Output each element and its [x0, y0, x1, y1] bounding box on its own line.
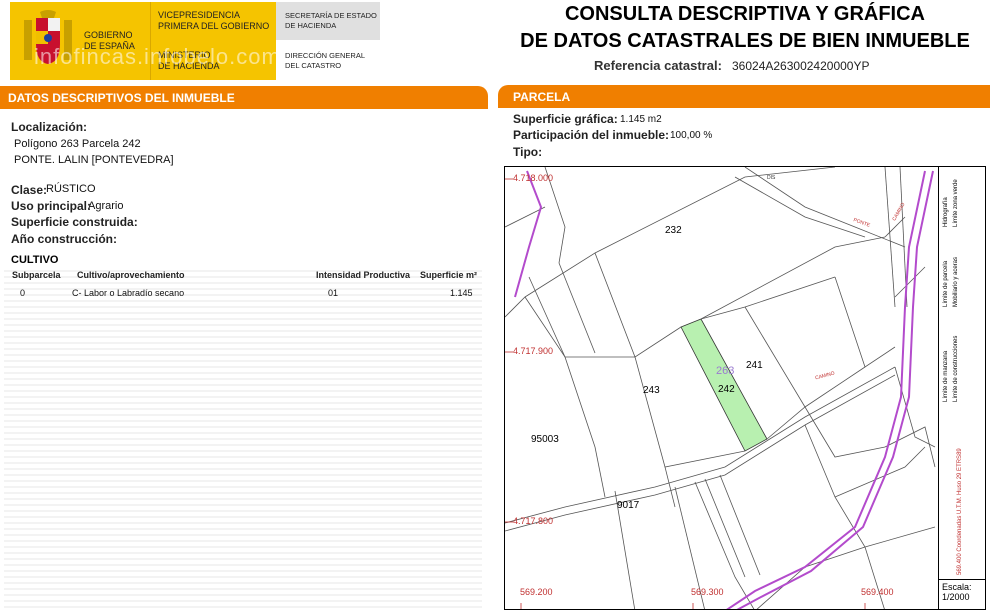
ref-catastral-value: 36024A263002420000YP — [732, 59, 870, 73]
localizacion-label: Localización: — [11, 120, 88, 134]
y-coord-label: 4.717.800 — [513, 516, 554, 526]
clase-value: RÚSTICO — [46, 183, 96, 195]
parcel-label[interactable]: 9017 — [617, 500, 639, 511]
direccion-text: DIRECCIÓN GENERAL DEL CATASTRO — [285, 51, 365, 71]
page-title-line1: CONSULTA DESCRIPTIVA Y GRÁFICA — [564, 3, 926, 25]
page-title-line2: DE DATOS CATASTRALES DE BIEN INMUEBLE — [520, 30, 970, 52]
dg-line1: DIRECCIÓN GENERAL — [285, 51, 366, 60]
localizacion-line1: Polígono 263 Parcela 242 — [14, 138, 141, 150]
section-bar-datos: DATOS DESCRIPTIVOS DEL INMUEBLE — [0, 86, 488, 109]
se-line2: DE HACIENDA — [285, 21, 337, 30]
uso-label: Uso principal: — [11, 199, 92, 213]
legend-item: Mobiliario y aceras — [953, 256, 959, 307]
tipo-label: Tipo: — [513, 145, 543, 159]
se-line1: SECRETARÍA DE ESTADO — [285, 11, 377, 20]
scale-label: Escala: — [942, 582, 972, 592]
gobierno-line1: GOBIERNO — [84, 30, 133, 40]
map-drawing — [505, 167, 936, 609]
coord-system-note: 569.400 Coordenadas U.T.M. Huso 29 ETRS8… — [957, 448, 963, 575]
vp-line2: PRIMERA DEL GOBIERNO — [158, 21, 270, 31]
road-label: DIS — [767, 175, 776, 181]
vicepresidencia-text: VICEPRESIDENCIA PRIMERA DEL GOBIERNO — [158, 10, 276, 32]
uso-value: Agrario — [88, 200, 124, 212]
watermark: infofincas.infobelo.com — [34, 44, 281, 69]
superficie-construida-label: Superficie construida: — [11, 215, 138, 229]
parcel-label[interactable]: 95003 — [531, 434, 559, 445]
superficie-grafica-value: 1.145 m2 — [620, 114, 662, 125]
dg-line2: DEL CATASTRO — [285, 61, 342, 70]
map-legend: Límite de parcela Mobiliario y aceras Hi… — [938, 167, 985, 579]
cadastral-map[interactable]: 4.718.000 4.717.900 4.717.800 569.200 56… — [504, 166, 986, 610]
superficie-grafica-label: Superficie gráfica: — [513, 112, 618, 126]
map-scale: Escala: 1/2000 — [938, 579, 985, 609]
anio-construccion-label: Año construcción: — [11, 232, 118, 246]
header: GOBIERNO DE ESPAÑA VICEPRESIDENCIA PRIME… — [0, 0, 990, 84]
clase-label: Clase: — [11, 183, 48, 197]
x-coord-label: 569.200 — [520, 587, 553, 597]
table-header: Subparcela — [12, 270, 61, 280]
secretaria-text: SECRETARÍA DE ESTADO DE HACIENDA — [285, 11, 377, 31]
scale-value: 1/2000 — [942, 592, 970, 602]
parcel-label[interactable]: 243 — [643, 385, 660, 396]
legend-item: Hidrografía — [943, 197, 949, 227]
y-coord-label: 4.717.900 — [513, 346, 554, 356]
parcel-label[interactable]: 242 — [718, 384, 735, 395]
legend-item: Límite de manzana — [943, 350, 949, 402]
legend-item: Límite de construcciones — [953, 335, 959, 402]
participacion-value: 100,00 % — [670, 130, 713, 141]
legend-item: Límite zona verde — [953, 179, 959, 227]
table-cell: 1.145 — [450, 288, 473, 298]
x-coord-label: 569.400 — [861, 587, 894, 597]
section-bar-parcela: PARCELA — [498, 85, 990, 108]
localizacion-line2: PONTE. LALIN [PONTEVEDRA] — [14, 154, 174, 166]
table-cell: C- Labor o Labradío secano — [72, 288, 185, 298]
parcel-label[interactable]: 241 — [746, 360, 763, 371]
cultivo-title: CULTIVO — [11, 254, 59, 266]
parcel-label[interactable]: 232 — [665, 225, 682, 236]
y-coord-label: 4.718.000 — [513, 173, 554, 183]
table-header: Superficie m² — [420, 270, 478, 280]
table-cell: 0 — [20, 288, 26, 298]
cultivo-table — [4, 266, 482, 612]
polygon-label: 263 — [716, 365, 735, 377]
table-header: Cultivo/aprovechamiento — [77, 270, 185, 280]
ref-catastral-label: Referencia catastral: — [594, 58, 722, 73]
legend-item: Límite de parcela — [943, 260, 949, 307]
vp-line1: VICEPRESIDENCIA — [158, 10, 241, 20]
table-cell: 01 — [328, 288, 339, 298]
table-header: Intensidad Productiva — [316, 270, 411, 280]
participacion-label: Participación del inmueble: — [513, 128, 670, 142]
x-coord-label: 569.300 — [691, 587, 724, 597]
